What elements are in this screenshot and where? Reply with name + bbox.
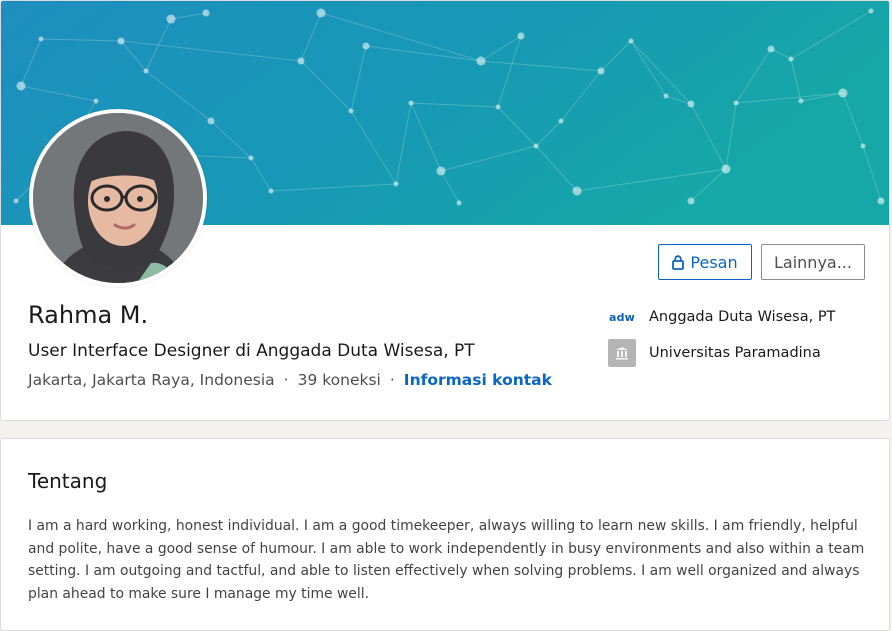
contact-info-link[interactable]: Informasi kontak — [404, 371, 552, 389]
message-button[interactable]: Pesan — [658, 244, 752, 280]
company-name: Anggada Duta Wisesa, PT — [649, 309, 836, 325]
separator-dot: · — [283, 371, 289, 389]
banner-network-node — [93, 98, 99, 104]
banner-network-node — [860, 143, 866, 149]
banner-network-node — [207, 117, 215, 125]
banner-network-node — [788, 56, 794, 62]
more-button[interactable]: Lainnya... — [761, 244, 865, 280]
profile-headline: User Interface Designer di Anggada Duta … — [28, 341, 475, 361]
about-text: I am a hard working, honest individual. … — [28, 518, 865, 602]
company-logo: adw — [608, 303, 636, 331]
banner-network-node — [268, 188, 274, 194]
education-link[interactable]: Universitas Paramadina — [608, 339, 821, 367]
banner-network-node — [798, 98, 804, 104]
about-title: Tentang — [28, 469, 108, 493]
banner-network-node — [517, 32, 525, 40]
banner-network-node — [687, 197, 695, 205]
message-button-label: Pesan — [690, 252, 738, 272]
banner-network-node — [297, 57, 305, 65]
banner-network-node — [16, 81, 26, 91]
banner-network-node — [572, 186, 582, 196]
separator-dot: · — [389, 371, 395, 389]
banner-network-node — [868, 8, 874, 14]
avatar-frame[interactable] — [29, 109, 207, 287]
profile-card: Pesan Lainnya... Rahma M. User Interface… — [0, 0, 890, 421]
banner-network-node — [166, 14, 176, 24]
banner-network-node — [456, 200, 462, 206]
banner-network-node — [495, 104, 501, 110]
lock-icon — [672, 254, 685, 270]
school-name: Universitas Paramadina — [649, 345, 821, 361]
current-company-link[interactable]: adw Anggada Duta Wisesa, PT — [608, 303, 835, 331]
about-section: Tentang I am a hard working, honest indi… — [0, 438, 890, 631]
connections-count[interactable]: 39 koneksi — [298, 371, 381, 389]
banner-network-node — [248, 155, 254, 161]
banner-network-node — [362, 42, 370, 50]
banner-network-node — [13, 198, 19, 204]
banner-network-node — [436, 166, 446, 176]
banner-network-node — [877, 197, 885, 205]
banner-network-node — [838, 88, 848, 98]
banner-network-node — [117, 37, 125, 45]
banner-network-node — [38, 36, 44, 42]
banner-network-node — [663, 93, 669, 99]
banner-network-node — [597, 67, 605, 75]
banner-network-node — [558, 118, 564, 124]
avatar[interactable] — [33, 113, 203, 283]
banner-network-node — [733, 100, 739, 106]
profile-meta: Jakarta, Jakarta Raya, Indonesia · 39 ko… — [28, 371, 552, 389]
banner-network-node — [767, 45, 775, 53]
profile-name: Rahma M. — [28, 301, 149, 329]
company-logo-text: adw — [608, 310, 636, 324]
banner-network-node — [476, 56, 486, 66]
banner-network-node — [408, 100, 414, 106]
banner-network-node — [348, 108, 354, 114]
banner-network-node — [393, 181, 399, 187]
banner-network-node — [628, 38, 634, 44]
banner-network-node — [202, 9, 210, 17]
more-button-label: Lainnya... — [774, 252, 852, 272]
banner-network-node — [316, 8, 326, 18]
banner-network-node — [721, 164, 731, 174]
banner-network-node — [143, 68, 149, 74]
profile-location: Jakarta, Jakarta Raya, Indonesia — [28, 371, 275, 389]
school-building-icon — [608, 339, 636, 367]
banner-network-node — [687, 100, 695, 108]
banner-network-node — [533, 143, 539, 149]
